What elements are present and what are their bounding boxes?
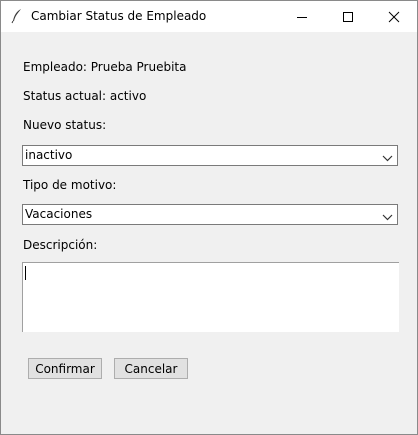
chevron-down-icon[interactable] (382, 210, 393, 221)
description-textarea[interactable] (22, 262, 399, 332)
minimize-icon (297, 16, 307, 18)
reason-type-value: Vacaciones (25, 207, 93, 221)
window-title: Cambiar Status de Empleado (31, 9, 207, 23)
new-status-label: Nuevo status: (23, 118, 107, 132)
dialog-window: Cambiar Status de Empleado Empleado: Pru… (0, 0, 418, 435)
new-status-select[interactable]: inactivo (22, 145, 398, 166)
maximize-icon (343, 11, 353, 22)
reason-type-label: Tipo de motivo: (23, 178, 117, 192)
reason-type-select[interactable]: Vacaciones (22, 204, 398, 225)
feather-icon (10, 8, 24, 24)
minimize-button[interactable] (279, 1, 325, 32)
current-status-label: Status actual: activo (23, 89, 147, 103)
maximize-button[interactable] (325, 1, 371, 32)
new-status-value: inactivo (25, 148, 73, 162)
close-button[interactable] (371, 1, 417, 32)
cancel-button[interactable]: Cancelar (114, 358, 188, 379)
text-caret (25, 266, 26, 280)
confirm-button[interactable]: Confirmar (28, 358, 102, 379)
employee-label: Empleado: Prueba Pruebita (23, 60, 187, 74)
close-icon (388, 11, 400, 22)
description-label: Descripción: (23, 238, 98, 252)
title-bar[interactable]: Cambiar Status de Empleado (1, 1, 417, 32)
chevron-down-icon[interactable] (382, 151, 393, 162)
